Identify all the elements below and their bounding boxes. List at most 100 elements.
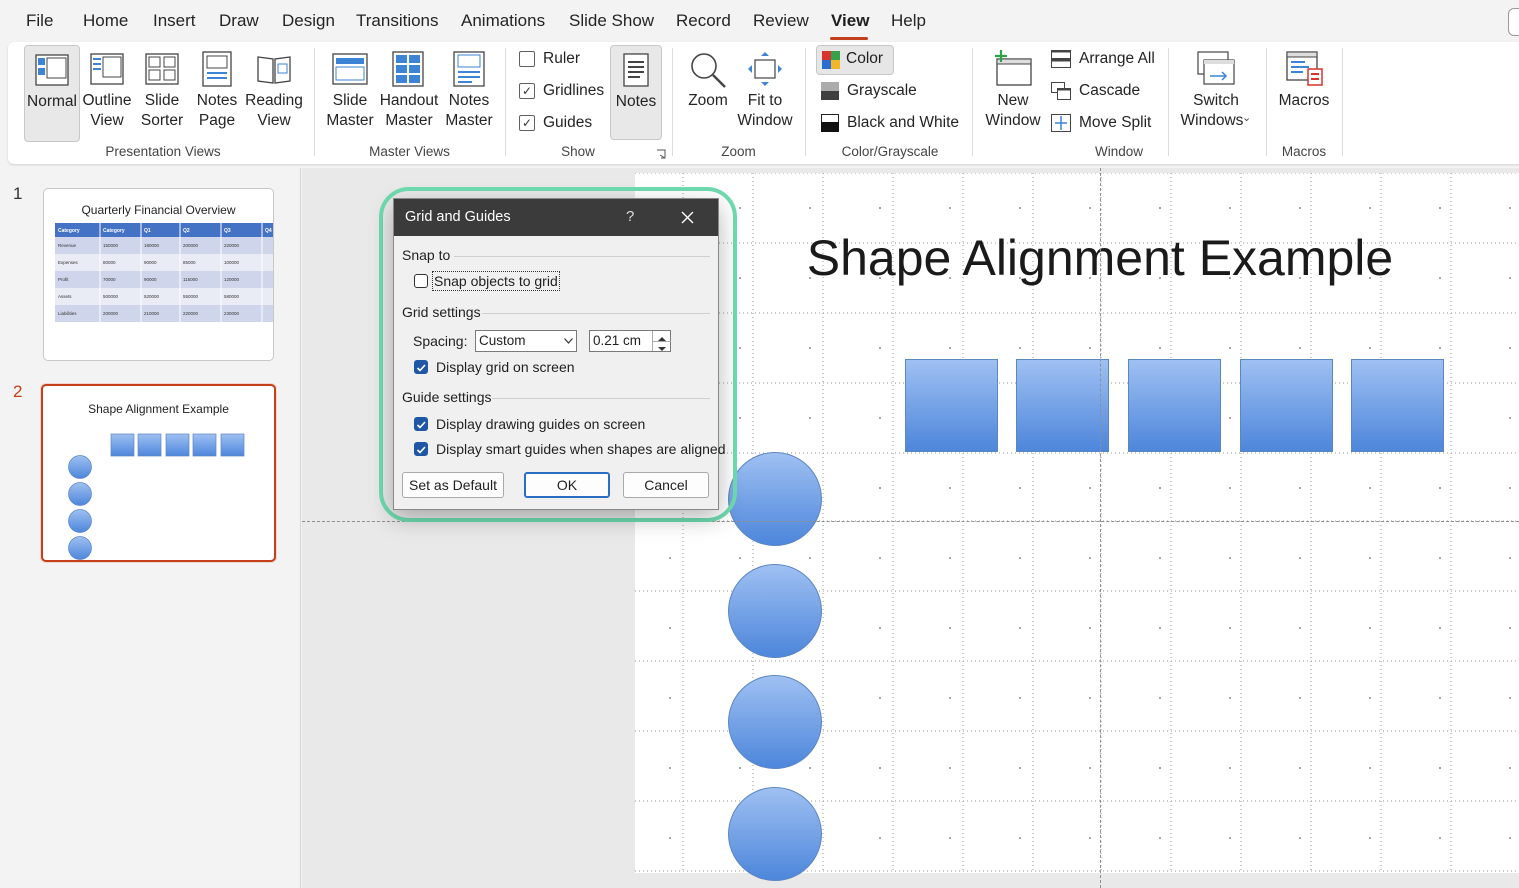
grayscale-button[interactable]: Grayscale	[821, 82, 917, 100]
dialog-title: Grid and Guides	[405, 209, 511, 225]
fit-to-window-button[interactable]: Fit to Window	[735, 45, 795, 140]
help-button[interactable]: ?	[626, 208, 634, 225]
menu-view[interactable]: View	[831, 11, 869, 31]
menu-transitions[interactable]: Transitions	[356, 11, 439, 31]
arrange-all-button[interactable]: Arrange All	[1051, 50, 1155, 68]
square-shape[interactable]	[1240, 359, 1333, 452]
square-shape[interactable]	[1128, 359, 1221, 452]
slide-area[interactable]: Shape Alignment Example	[635, 173, 1519, 881]
square-shape[interactable]	[905, 359, 998, 452]
square-shape[interactable]	[1016, 359, 1109, 452]
slide-master-label-1: Slide	[332, 92, 368, 109]
menu-animations[interactable]: Animations	[461, 11, 545, 31]
arrange-all-label: Arrange All	[1079, 50, 1155, 67]
slide-thumbnail-2[interactable]: Shape Alignment Example	[41, 384, 276, 562]
display-grid-label[interactable]: Display grid on screen	[436, 359, 575, 375]
guides-check-icon: ✓	[519, 115, 535, 131]
menu-insert[interactable]: Insert	[153, 11, 196, 31]
circle-shape[interactable]	[728, 787, 822, 881]
thumb-table-cell: 580000	[224, 294, 240, 299]
outline-view-label-2: View	[90, 112, 124, 129]
thumb-table-cell: 520000	[144, 294, 160, 299]
new-window-label-1: New	[997, 92, 1029, 109]
slide-sorter-button[interactable]: Slide Sorter	[135, 45, 189, 140]
slide-thumbnail-1[interactable]: Quarterly Financial Overview Category Ca…	[43, 188, 274, 361]
menu-record[interactable]: Record	[676, 11, 731, 31]
presentation-views-group-label: Presentation Views	[105, 144, 221, 159]
slide-number-2: 2	[13, 382, 23, 401]
circle-shape[interactable]	[728, 564, 822, 658]
circle-shape[interactable]	[728, 675, 822, 769]
reading-view-label-1: Reading	[245, 92, 303, 109]
thumb-table-cell: 80000	[103, 260, 116, 265]
dialog-title-bar[interactable]: Grid and Guides ?	[394, 199, 718, 236]
menu-help[interactable]: Help	[891, 11, 926, 31]
ruler-checkbox[interactable]: Ruler	[519, 50, 580, 68]
vertical-drawing-guide[interactable]	[1100, 168, 1101, 888]
menu-slide-show[interactable]: Slide Show	[569, 11, 654, 31]
group-separator	[1266, 48, 1267, 156]
reading-view-button[interactable]: Reading View	[245, 45, 303, 140]
new-window-button[interactable]: New Window	[982, 45, 1044, 140]
slide-number-1: 1	[13, 184, 23, 203]
master-views-group-label: Master Views	[369, 144, 450, 159]
cancel-button[interactable]: Cancel	[623, 472, 709, 498]
grid-and-guides-dialog: Grid and Guides ? Snap to Snap objects t…	[393, 198, 726, 510]
menu-file[interactable]: File	[26, 11, 53, 31]
spacing-value-input[interactable]: 0.21 cm	[589, 330, 671, 352]
square-shape[interactable]	[1351, 359, 1444, 452]
slide-title[interactable]: Shape Alignment Example	[635, 229, 1519, 287]
zoom-button[interactable]: Zoom	[682, 45, 734, 140]
display-guides-checkbox[interactable]	[414, 417, 428, 431]
close-icon[interactable]	[681, 211, 694, 224]
outline-view-button[interactable]: Outline View	[80, 45, 134, 140]
black-and-white-button[interactable]: Black and White	[821, 114, 959, 132]
notes-master-button[interactable]: Notes Master	[441, 45, 497, 140]
menu-home[interactable]: Home	[83, 11, 128, 31]
menu-design[interactable]: Design	[282, 11, 335, 31]
group-separator	[1168, 48, 1169, 156]
smart-guides-checkbox[interactable]	[414, 442, 428, 456]
move-split-label: Move Split	[1079, 114, 1152, 131]
notes-page-button[interactable]: Notes Page	[190, 45, 244, 140]
thumb-table-cell: 70000	[103, 277, 116, 282]
smart-guides-label[interactable]: Display smart guides when shapes are ali…	[436, 441, 726, 457]
thumb-table-cell: 90000	[144, 260, 157, 265]
chevron-down-icon	[564, 338, 573, 344]
switch-windows-button[interactable]: Switch Windows ⌄	[1176, 45, 1256, 140]
normal-view-button[interactable]: Normal	[24, 45, 80, 142]
set-as-default-button[interactable]: Set as Default	[402, 472, 504, 498]
cascade-button[interactable]: Cascade	[1051, 82, 1140, 100]
display-grid-checkbox[interactable]	[414, 360, 428, 374]
spin-down-button[interactable]	[652, 341, 671, 351]
circle-shape[interactable]	[728, 452, 822, 546]
ok-button[interactable]: OK	[524, 472, 610, 498]
spacing-select[interactable]: Custom	[475, 330, 577, 352]
slide-master-button[interactable]: Slide Master	[322, 45, 378, 140]
handout-master-button[interactable]: Handout Master	[378, 45, 440, 140]
search-box-edge[interactable]	[1508, 8, 1519, 36]
grayscale-label: Grayscale	[847, 82, 917, 99]
ruler-check-icon	[519, 51, 535, 67]
snap-objects-checkbox[interactable]	[414, 274, 428, 288]
thumb-table-cell: Revenue	[58, 243, 77, 248]
macros-group-label: Macros	[1281, 144, 1327, 159]
display-guides-label[interactable]: Display drawing guides on screen	[436, 416, 645, 432]
menu-draw[interactable]: Draw	[219, 11, 259, 31]
notes-page-icon	[202, 51, 232, 87]
move-split-button[interactable]: Move Split	[1051, 114, 1151, 132]
spin-down-icon	[658, 347, 666, 351]
guides-checkbox[interactable]: ✓ Guides	[519, 114, 592, 132]
show-dialog-launcher-icon[interactable]	[656, 146, 666, 159]
macros-button[interactable]: Macros	[1274, 45, 1334, 140]
thumbnail-1-table: Category Category Q1 Q2 Q3 Q4 Revenue 15…	[55, 223, 273, 322]
menu-review[interactable]: Review	[753, 11, 809, 31]
gridlines-checkbox[interactable]: ✓ Gridlines	[519, 82, 604, 100]
snap-objects-label[interactable]: Snap objects to grid	[432, 271, 560, 291]
notes-button[interactable]: Notes	[610, 45, 662, 140]
outline-view-label-1: Outline	[82, 92, 132, 109]
fit-to-window-label-2: Window	[737, 112, 793, 129]
section-divider	[482, 313, 710, 314]
cascade-label: Cascade	[1079, 82, 1141, 99]
color-button[interactable]: Color	[816, 45, 894, 75]
